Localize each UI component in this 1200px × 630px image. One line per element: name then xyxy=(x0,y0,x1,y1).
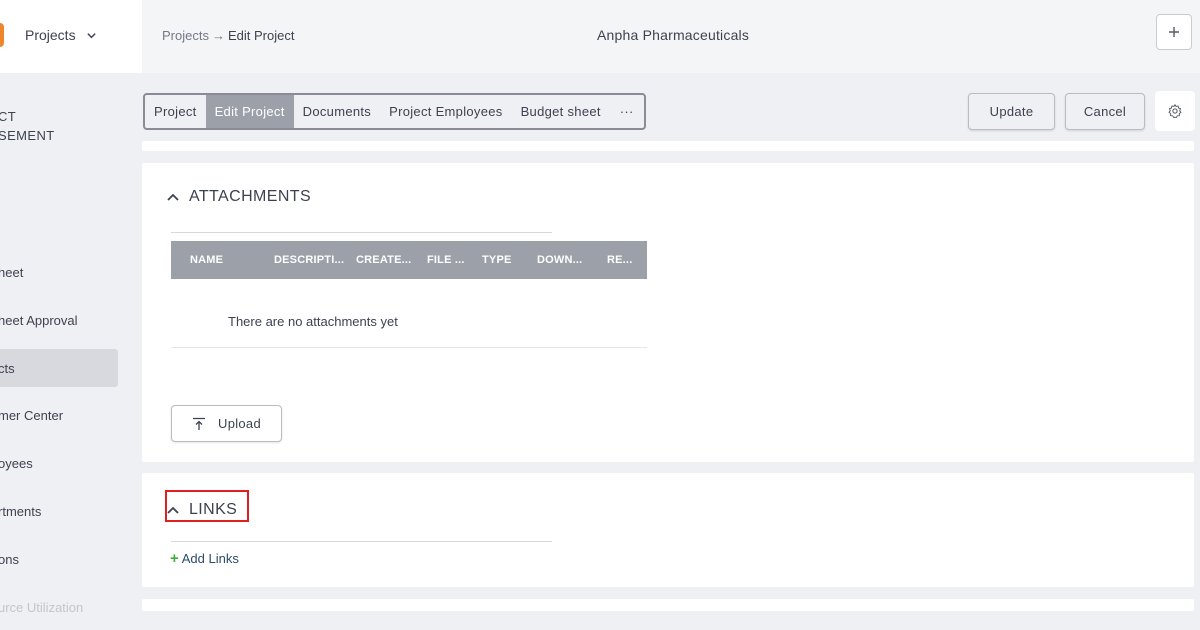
sidebar-item-label: cts xyxy=(0,360,15,376)
tab-documents[interactable]: Documents xyxy=(294,95,380,128)
column-remove[interactable]: RE... xyxy=(607,254,632,266)
sidebar-item-label: heet Approval xyxy=(0,312,78,328)
sidebar-section-line-2: SEMENT xyxy=(0,128,55,143)
settings-button[interactable] xyxy=(1155,91,1195,131)
sidebar-header: Projects xyxy=(0,0,142,73)
column-file[interactable]: FILE ... xyxy=(427,254,465,266)
update-button[interactable]: Update xyxy=(968,93,1055,130)
upload-icon xyxy=(193,417,205,430)
sidebar-section-line-1: CT xyxy=(0,109,17,124)
breadcrumb-current: Edit Project xyxy=(227,28,295,43)
tab-project[interactable]: Project xyxy=(145,95,206,128)
chevron-up-icon xyxy=(167,193,179,201)
breadcrumb: Projects → Edit Project xyxy=(162,28,294,43)
sidebar-item-label: urce Utilization xyxy=(0,599,84,615)
sidebar-item-employees[interactable]: oyees xyxy=(0,444,118,482)
attachments-title: ATTACHMENTS xyxy=(189,188,312,205)
plus-icon: + xyxy=(170,550,179,567)
sidebar-item-label: heet xyxy=(0,264,24,280)
links-toggle[interactable]: LINKS xyxy=(167,497,246,523)
empty-attachments-message: There are no attachments yet xyxy=(228,314,398,329)
app-switcher-label: Projects xyxy=(25,27,76,43)
column-description[interactable]: DESCRIPTI... xyxy=(274,254,344,266)
tab-budget-sheet[interactable]: Budget sheet xyxy=(512,95,610,128)
breadcrumb-projects-link[interactable]: Projects xyxy=(162,28,209,43)
add-button[interactable] xyxy=(1156,14,1192,50)
column-created[interactable]: CREATE... xyxy=(356,254,411,266)
cancel-button[interactable]: Cancel xyxy=(1065,93,1145,130)
tab-edit-project[interactable]: Edit Project xyxy=(205,95,294,128)
column-type[interactable]: TYPE xyxy=(482,254,512,266)
previous-section-card xyxy=(142,141,1194,151)
sidebar-item-timesheet-approval[interactable]: heet Approval xyxy=(0,301,118,339)
chevron-up-icon xyxy=(167,506,179,514)
sidebar-item-label: oyees xyxy=(0,455,33,471)
divider xyxy=(171,541,552,542)
column-name[interactable]: NAME xyxy=(190,254,223,266)
sidebar-item-label: ons xyxy=(0,551,19,567)
plus-icon xyxy=(1169,27,1179,37)
attachments-toggle[interactable]: ATTACHMENTS xyxy=(167,188,311,206)
app-logo[interactable] xyxy=(0,23,4,47)
chevron-down-icon xyxy=(86,32,96,38)
project-tabs: Project Edit Project Documents Project E… xyxy=(143,93,646,130)
sidebar-item-projects[interactable]: cts xyxy=(0,349,118,387)
divider xyxy=(171,347,647,348)
next-section-card xyxy=(142,599,1194,611)
add-links-button[interactable]: + Add Links xyxy=(170,551,239,566)
links-section: LINKS + Add Links xyxy=(142,473,1194,587)
attachments-table-header: NAME DESCRIPTI... CREATE... FILE ... TYP… xyxy=(171,241,647,279)
add-links-label: Add Links xyxy=(181,551,239,566)
column-download[interactable]: DOWN... xyxy=(537,254,582,266)
sidebar-item-resource-utilization[interactable]: urce Utilization xyxy=(0,588,118,626)
gear-icon xyxy=(1168,104,1182,119)
divider xyxy=(171,232,552,233)
sidebar-item-customer-center[interactable]: mer Center xyxy=(0,396,118,434)
more-tabs-icon[interactable]: ··· xyxy=(610,95,644,128)
sidebar-section-title: CT SEMENT xyxy=(0,107,55,145)
attachments-section: ATTACHMENTS NAME DESCRIPTI... CREATE... … xyxy=(142,163,1194,462)
sidebar-item-positions[interactable]: ons xyxy=(0,540,118,578)
sidebar: Projects CT SEMENT heet heet Approval ct… xyxy=(0,0,142,630)
upload-label: Upload xyxy=(218,416,261,431)
sidebar-item-label: rtments xyxy=(0,503,42,519)
sidebar-item-label: mer Center xyxy=(0,407,64,423)
app-switcher[interactable]: Projects xyxy=(25,27,97,43)
tab-project-employees[interactable]: Project Employees xyxy=(380,95,511,128)
company-name: Anpha Pharmaceuticals xyxy=(597,27,750,43)
upload-button[interactable]: Upload xyxy=(171,405,282,442)
sidebar-item-departments[interactable]: rtments xyxy=(0,492,118,530)
breadcrumb-arrow-icon: → xyxy=(211,28,225,43)
top-bar: Projects → Edit Project Anpha Pharmaceut… xyxy=(142,0,1200,73)
sidebar-item-timesheet[interactable]: heet xyxy=(0,253,118,291)
links-title: LINKS xyxy=(189,501,238,518)
